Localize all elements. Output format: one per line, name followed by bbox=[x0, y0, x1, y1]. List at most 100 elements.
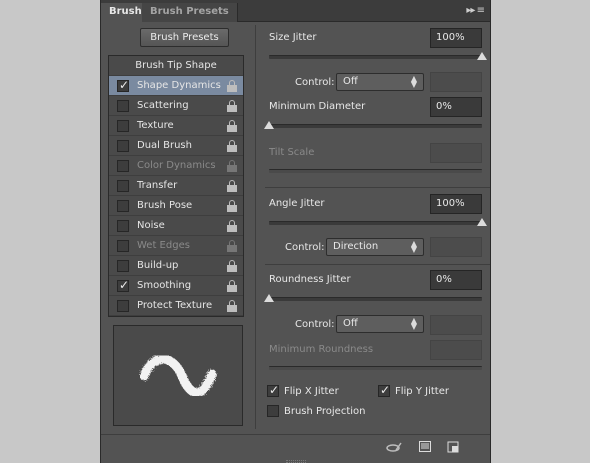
option-checkbox[interactable] bbox=[117, 240, 129, 252]
flip-x-checkbox[interactable]: ✓ bbox=[267, 383, 280, 397]
option-checkbox[interactable]: ✓ bbox=[117, 278, 130, 292]
list-item[interactable]: ✓ Shape Dynamics bbox=[109, 76, 243, 96]
control-value: Off bbox=[343, 76, 358, 87]
min-roundness-input bbox=[430, 340, 482, 360]
separator bbox=[265, 264, 490, 265]
list-item-label: Shape Dynamics bbox=[137, 80, 221, 91]
roundness-jitter-thumb[interactable] bbox=[264, 294, 274, 302]
option-checkbox[interactable]: ✓ bbox=[117, 78, 130, 92]
list-item[interactable]: Wet Edges bbox=[109, 236, 243, 256]
option-checkbox[interactable] bbox=[117, 180, 129, 192]
option-checkbox[interactable] bbox=[117, 120, 129, 132]
list-item[interactable]: Texture bbox=[109, 116, 243, 136]
lock-icon[interactable] bbox=[227, 120, 237, 132]
tab-bar: Brush Brush Presets ▸▸ ≡ bbox=[101, 0, 490, 22]
lock-icon[interactable] bbox=[227, 160, 237, 172]
control-value-box bbox=[430, 72, 482, 92]
lock-icon[interactable] bbox=[227, 280, 237, 292]
control-select-roundness[interactable]: Off ▲ ▼ bbox=[336, 315, 424, 333]
list-item[interactable]: Scattering bbox=[109, 96, 243, 116]
option-checkbox[interactable] bbox=[117, 220, 129, 232]
lock-icon[interactable] bbox=[227, 140, 237, 152]
angle-jitter-thumb[interactable] bbox=[477, 218, 487, 226]
lock-icon[interactable] bbox=[227, 80, 237, 92]
control-label: Control: bbox=[295, 319, 335, 330]
lock-icon[interactable] bbox=[227, 200, 237, 212]
list-item-label: Dual Brush bbox=[137, 140, 192, 151]
lock-icon[interactable] bbox=[227, 300, 237, 312]
new-brush-icon[interactable] bbox=[447, 441, 459, 453]
list-item-label: Scattering bbox=[137, 100, 189, 111]
angle-jitter-slider[interactable] bbox=[269, 221, 482, 225]
checkmark-icon: ✓ bbox=[380, 383, 391, 397]
brush-stroke-preview bbox=[113, 325, 243, 426]
list-item[interactable]: Noise bbox=[109, 216, 243, 236]
lock-icon[interactable] bbox=[227, 220, 237, 232]
list-item-label: Transfer bbox=[137, 180, 178, 191]
control-value-box bbox=[430, 237, 482, 257]
angle-jitter-label: Angle Jitter bbox=[269, 198, 325, 209]
lock-icon[interactable] bbox=[227, 240, 237, 252]
tab-brush-presets[interactable]: Brush Presets bbox=[142, 3, 238, 22]
min-roundness-slider bbox=[269, 366, 482, 370]
list-item-label: Brush Pose bbox=[137, 200, 193, 211]
angle-jitter-input[interactable]: 100% bbox=[430, 194, 482, 214]
checkmark-icon: ✓ bbox=[119, 78, 130, 92]
tilt-scale-slider bbox=[269, 169, 482, 173]
checkmark-icon: ✓ bbox=[269, 383, 280, 397]
list-item[interactable]: Brush Pose bbox=[109, 196, 243, 216]
list-item[interactable]: Dual Brush bbox=[109, 136, 243, 156]
option-checkbox[interactable] bbox=[117, 100, 129, 112]
list-item-label: Texture bbox=[137, 120, 174, 131]
list-item[interactable]: ✓ Smoothing bbox=[109, 276, 243, 296]
control-label: Control: bbox=[285, 242, 325, 253]
brush-presets-button[interactable]: Brush Presets bbox=[140, 28, 229, 47]
min-diameter-input[interactable]: 0% bbox=[430, 97, 482, 117]
min-diameter-label: Minimum Diameter bbox=[269, 101, 366, 112]
option-checkbox[interactable] bbox=[117, 160, 129, 172]
lock-icon[interactable] bbox=[227, 180, 237, 192]
list-item-label: Wet Edges bbox=[137, 240, 190, 251]
size-jitter-slider[interactable] bbox=[269, 55, 482, 59]
option-checkbox[interactable] bbox=[117, 140, 129, 152]
option-checkbox[interactable] bbox=[117, 300, 129, 312]
updown-arrow-icon: ▲ ▼ bbox=[410, 316, 417, 331]
brush-options-list: Brush Tip Shape ✓ Shape Dynamics Scatterin… bbox=[108, 55, 244, 317]
min-roundness-label: Minimum Roundness bbox=[269, 344, 374, 355]
flip-y-label: Flip Y Jitter bbox=[395, 386, 449, 397]
size-jitter-thumb[interactable] bbox=[477, 52, 487, 60]
stroke-preview-icon bbox=[139, 354, 217, 398]
brush-panel: Brush Brush Presets ▸▸ ≡ Brush Presets B… bbox=[100, 0, 491, 463]
size-jitter-input[interactable]: 100% bbox=[430, 28, 482, 48]
separator bbox=[265, 187, 490, 188]
list-item[interactable]: Protect Texture bbox=[109, 296, 243, 316]
roundness-jitter-slider[interactable] bbox=[269, 297, 482, 301]
checkmark-icon: ✓ bbox=[119, 278, 130, 292]
grid-icon[interactable] bbox=[419, 441, 431, 452]
option-checkbox[interactable] bbox=[117, 260, 129, 272]
updown-arrow-icon: ▲ ▼ bbox=[410, 74, 417, 89]
column-divider bbox=[255, 25, 256, 429]
control-value: Direction bbox=[333, 241, 379, 252]
control-label: Control: bbox=[295, 77, 335, 88]
option-checkbox[interactable] bbox=[117, 200, 129, 212]
list-item-label: Noise bbox=[137, 220, 165, 231]
min-diameter-thumb[interactable] bbox=[264, 121, 274, 129]
lock-icon[interactable] bbox=[227, 260, 237, 272]
panel-menu-icon[interactable]: ▸▸ ≡ bbox=[466, 5, 485, 16]
list-item[interactable]: Build-up bbox=[109, 256, 243, 276]
toggle-live-tip-icon[interactable] bbox=[386, 441, 402, 453]
brush-projection-checkbox[interactable] bbox=[267, 405, 279, 417]
control-select-size[interactable]: Off ▲ ▼ bbox=[336, 73, 424, 91]
list-item[interactable]: Color Dynamics bbox=[109, 156, 243, 176]
flip-y-checkbox[interactable]: ✓ bbox=[378, 383, 391, 397]
roundness-jitter-label: Roundness Jitter bbox=[269, 274, 351, 285]
brush-projection-label: Brush Projection bbox=[284, 406, 366, 417]
roundness-jitter-input[interactable]: 0% bbox=[430, 270, 482, 290]
size-jitter-label: Size Jitter bbox=[269, 32, 317, 43]
list-item[interactable]: Transfer bbox=[109, 176, 243, 196]
min-diameter-slider[interactable] bbox=[269, 124, 482, 128]
lock-icon[interactable] bbox=[227, 100, 237, 112]
brush-tip-shape-item[interactable]: Brush Tip Shape bbox=[109, 56, 243, 76]
control-select-angle[interactable]: Direction ▲ ▼ bbox=[326, 238, 424, 256]
